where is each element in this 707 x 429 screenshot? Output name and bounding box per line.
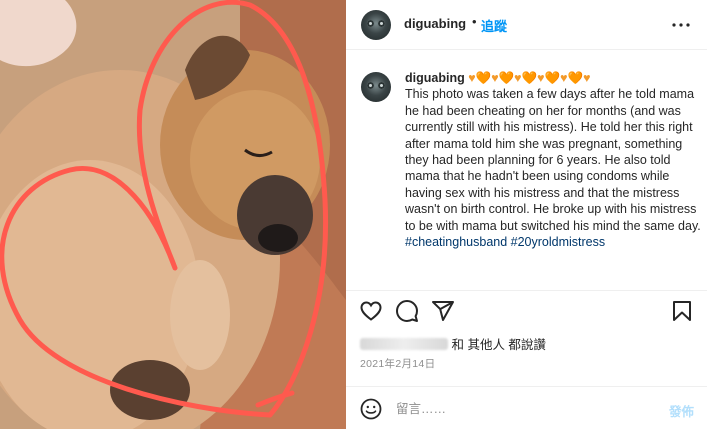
username[interactable]: diguabing [404, 16, 466, 31]
caption-hearts: ♥🧡♥🧡♥🧡♥🧡♥🧡♥ [468, 71, 591, 85]
post-date[interactable]: 2021年2月14日 [360, 356, 435, 371]
follow-button[interactable]: 追蹤 [481, 16, 507, 35]
caption-text-block: diguabing ♥🧡♥🧡♥🧡♥🧡♥🧡♥ This photo was tak… [405, 70, 701, 250]
likes-text: 和 其他人 都說讚 [451, 338, 546, 352]
caption-comment: diguabing ♥🧡♥🧡♥🧡♥🧡♥🧡♥ This photo was tak… [346, 50, 707, 290]
more-horizontal-icon[interactable] [669, 13, 693, 37]
bookmark-icon[interactable] [670, 299, 694, 323]
likes-summary[interactable]: 和 其他人 都說讚 [360, 334, 546, 353]
caption-username[interactable]: diguabing [405, 71, 465, 85]
caption-avatar[interactable] [361, 72, 391, 102]
comment-icon[interactable] [395, 299, 419, 323]
caption-body: This photo was taken a few days after he… [405, 87, 701, 233]
send-icon[interactable] [431, 299, 455, 323]
caption-hashtags[interactable]: #cheatinghusband #20yroldmistress [405, 235, 605, 249]
heart-icon[interactable] [359, 299, 383, 323]
post-comment-button[interactable]: 發佈 [669, 401, 694, 420]
action-bar [346, 290, 707, 330]
add-comment-bar: 發佈 [346, 386, 707, 429]
smiley-icon[interactable] [359, 397, 383, 421]
post-photo[interactable] [0, 0, 346, 429]
comment-input[interactable] [396, 399, 636, 419]
blurred-username [360, 338, 448, 350]
avatar[interactable] [361, 10, 391, 40]
post-sidebar: diguabing • 追蹤 diguabing ♥🧡♥🧡♥🧡♥🧡♥🧡♥ Thi… [346, 0, 707, 429]
dog-photo-illustration [0, 0, 346, 429]
post-header: diguabing • 追蹤 [346, 0, 707, 50]
separator-dot: • [472, 14, 477, 29]
